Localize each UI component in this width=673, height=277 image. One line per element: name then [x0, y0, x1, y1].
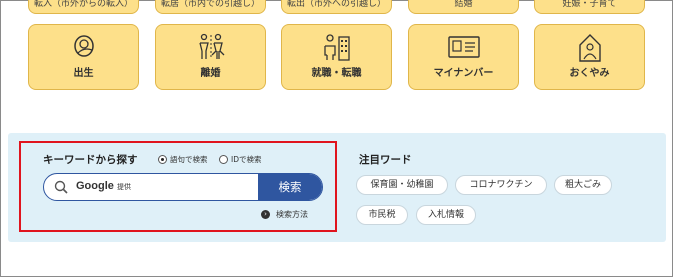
radio-phrase-search[interactable]: 語句で検索: [158, 154, 208, 165]
attention-word-pill[interactable]: コロナワクチン: [455, 175, 547, 195]
radio-dot[interactable]: [219, 155, 228, 164]
search-icon: [54, 180, 68, 194]
category-tile-marriage[interactable]: 結婚: [408, 0, 519, 14]
divorce-icon: [198, 33, 224, 59]
category-tile-mynumber[interactable]: マイナンバー: [408, 24, 519, 90]
category-tile-job[interactable]: 就職・転職: [281, 24, 392, 90]
attention-word-pill[interactable]: 入札情報: [416, 205, 476, 225]
category-tile-divorce[interactable]: 離婚: [155, 24, 266, 90]
attention-word-pill[interactable]: 保育園・幼稚園: [356, 175, 448, 195]
job-icon: [323, 34, 350, 61]
placeholder-suffix: 提供: [116, 184, 131, 191]
radio-dot[interactable]: [158, 155, 167, 164]
radio-phrase-label: 語句で検索: [170, 155, 208, 164]
category-label: 転居（市内での引越し）: [160, 0, 260, 9]
category-label: おくやみ: [569, 68, 610, 79]
category-tile-move-out[interactable]: 転出（市外への引越し）: [281, 0, 392, 14]
attention-word-pill[interactable]: 粗大ごみ: [554, 175, 612, 195]
chevron-right-icon: ›: [261, 210, 270, 219]
attention-words-title: 注目ワード: [359, 154, 412, 166]
search-input[interactable]: Google 提供 検索: [43, 173, 323, 201]
category-label: 妊娠・子育て: [562, 0, 617, 9]
category-label: 出生: [73, 68, 94, 79]
attention-word-pill[interactable]: 市民税: [356, 205, 408, 225]
radio-id-search[interactable]: IDで検索: [219, 154, 262, 165]
category-label: 転入（市外からの転入）: [33, 0, 133, 9]
baby-icon: [73, 35, 94, 57]
placeholder-brand: Google: [76, 180, 114, 192]
id-card-icon: [447, 36, 480, 58]
category-label: 就職・転職: [311, 68, 362, 79]
keyword-search-title: キーワードから探す: [43, 154, 138, 166]
search-howto-link[interactable]: › 検索方法: [261, 209, 308, 220]
condolence-icon: [578, 34, 601, 62]
category-tile-move-within[interactable]: 転居（市内での引越し）: [155, 0, 266, 14]
category-label: 転出（市外への引越し）: [286, 0, 386, 9]
category-label: 離婚: [200, 68, 221, 79]
category-label: マイナンバー: [433, 68, 494, 79]
search-button[interactable]: 検索: [258, 174, 322, 200]
category-label: 結婚: [454, 0, 473, 9]
category-tile-move-in[interactable]: 転入（市外からの転入）: [28, 0, 139, 14]
category-tile-birth[interactable]: 出生: [28, 24, 139, 90]
search-placeholder: Google 提供: [76, 180, 131, 192]
radio-id-label: IDで検索: [231, 155, 262, 164]
category-tile-childcare[interactable]: 妊娠・子育て: [534, 0, 645, 14]
search-howto-label: 検索方法: [276, 210, 308, 219]
category-tile-condolence[interactable]: おくやみ: [534, 24, 645, 90]
